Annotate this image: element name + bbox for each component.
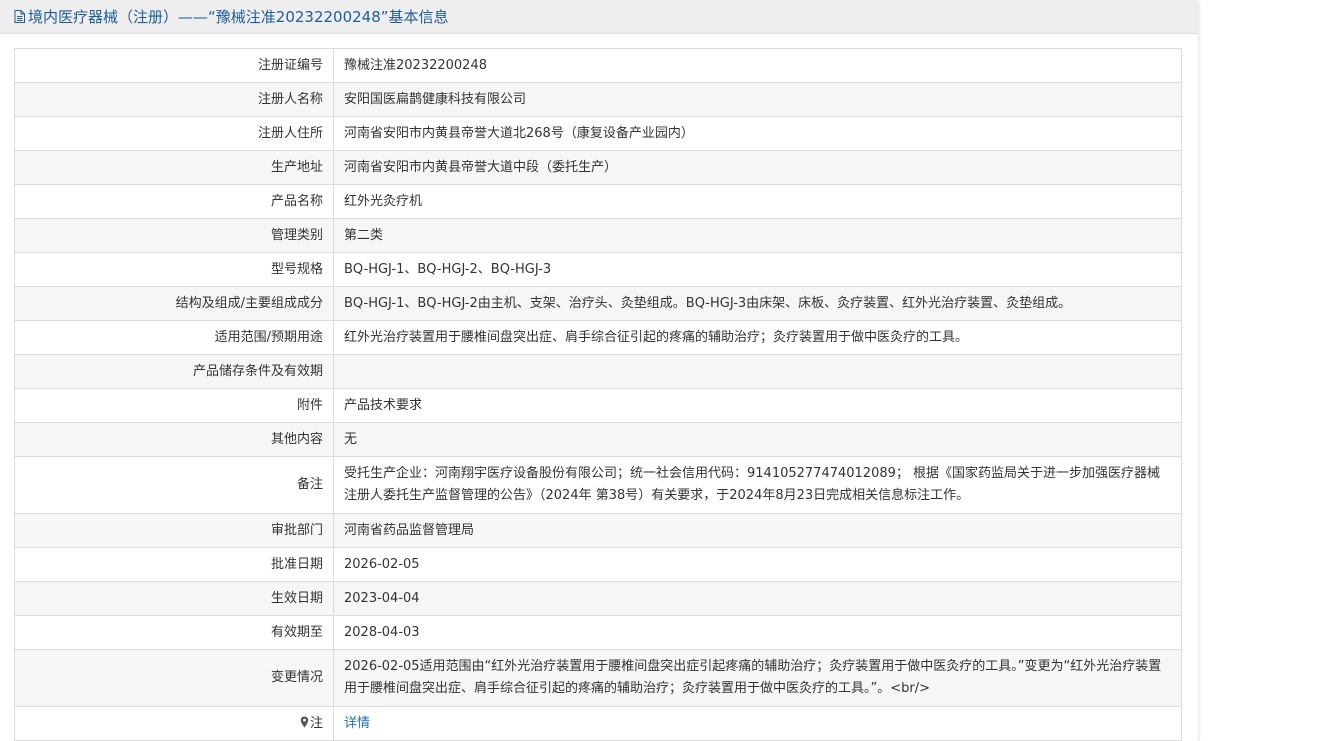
row-label: 备注	[14, 456, 334, 514]
table-row: 生产地址 河南省安阳市内黄县帝誉大道中段（委托生产）	[14, 150, 1182, 185]
table-row: 备注 受托生产企业：河南翔宇医疗设备股份有限公司；统一社会信用代码：914105…	[14, 456, 1182, 514]
row-label: 产品名称	[14, 184, 334, 219]
row-value: BQ-HGJ-1、BQ-HGJ-2、BQ-HGJ-3	[333, 252, 1182, 287]
table-row: 产品储存条件及有效期	[14, 354, 1182, 389]
note-label-cell: 注	[14, 706, 334, 741]
row-label: 变更情况	[14, 649, 334, 707]
table-row: 生效日期 2023-04-04	[14, 581, 1182, 616]
row-label: 生效日期	[14, 581, 334, 616]
map-pin-icon	[300, 716, 309, 727]
table-row: 结构及组成/主要组成成分 BQ-HGJ-1、BQ-HGJ-2由主机、支架、治疗头…	[14, 286, 1182, 321]
registration-info-table: 注册证编号 豫械注准20232200248 注册人名称 安阳国医扁鹊健康科技有限…	[14, 48, 1182, 741]
page-title: 境内医疗器械（注册）——“豫械注准20232200248”基本信息	[28, 8, 449, 26]
row-label: 附件	[14, 388, 334, 423]
row-label: 注册证编号	[14, 48, 334, 83]
table-row: 管理类别 第二类	[14, 218, 1182, 253]
table-row: 其他内容 无	[14, 422, 1182, 457]
row-label: 产品储存条件及有效期	[14, 354, 334, 389]
row-label: 管理类别	[14, 218, 334, 253]
table-row: 批准日期 2026-02-05	[14, 547, 1182, 582]
table-row: 产品名称 红外光灸疗机	[14, 184, 1182, 219]
row-value: 安阳国医扁鹊健康科技有限公司	[333, 82, 1182, 117]
row-value: 2026-02-05适用范围由“红外光治疗装置用于腰椎间盘突出症引起疼痛的辅助治…	[333, 649, 1182, 707]
row-label: 批准日期	[14, 547, 334, 582]
detail-link[interactable]: 详情	[344, 716, 370, 731]
table-row: 注册证编号 豫械注准20232200248	[14, 48, 1182, 83]
note-label: 注	[309, 715, 323, 731]
row-label: 注册人住所	[14, 116, 334, 151]
table-row: 附件 产品技术要求	[14, 388, 1182, 423]
row-value: 受托生产企业：河南翔宇医疗设备股份有限公司；统一社会信用代码：914105277…	[333, 456, 1182, 514]
row-value: 红外光灸疗机	[333, 184, 1182, 219]
row-value: 第二类	[333, 218, 1182, 253]
note-value-cell: 详情	[333, 706, 1182, 741]
row-value: BQ-HGJ-1、BQ-HGJ-2由主机、支架、治疗头、灸垫组成。BQ-HGJ-…	[333, 286, 1182, 321]
row-label: 结构及组成/主要组成成分	[14, 286, 334, 321]
row-value: 2026-02-05	[333, 547, 1182, 582]
row-label: 型号规格	[14, 252, 334, 287]
table-row: 适用范围/预期用途 红外光治疗装置用于腰椎间盘突出症、肩手综合征引起的疼痛的辅助…	[14, 320, 1182, 355]
row-label: 有效期至	[14, 615, 334, 650]
page-header: 境内医疗器械（注册）——“豫械注准20232200248”基本信息	[0, 0, 1198, 34]
row-label: 审批部门	[14, 513, 334, 548]
row-label: 其他内容	[14, 422, 334, 457]
detail-page: 境内医疗器械（注册）——“豫械注准20232200248”基本信息 注册证编号 …	[0, 0, 1198, 741]
row-label: 注册人名称	[14, 82, 334, 117]
table-row: 审批部门 河南省药品监督管理局	[14, 513, 1182, 548]
table-row: 有效期至 2028-04-03	[14, 615, 1182, 650]
table-row: 型号规格 BQ-HGJ-1、BQ-HGJ-2、BQ-HGJ-3	[14, 252, 1182, 287]
table-row: 注册人住所 河南省安阳市内黄县帝誉大道北268号（康复设备产业园内）	[14, 116, 1182, 151]
row-label: 生产地址	[14, 150, 334, 185]
row-label: 适用范围/预期用途	[14, 320, 334, 355]
row-value: 红外光治疗装置用于腰椎间盘突出症、肩手综合征引起的疼痛的辅助治疗；灸疗装置用于做…	[333, 320, 1182, 355]
document-icon	[14, 10, 25, 23]
row-value: 2028-04-03	[333, 615, 1182, 650]
row-value: 河南省药品监督管理局	[333, 513, 1182, 548]
row-value: 河南省安阳市内黄县帝誉大道中段（委托生产）	[333, 150, 1182, 185]
table-row: 注册人名称 安阳国医扁鹊健康科技有限公司	[14, 82, 1182, 117]
row-value: 豫械注准20232200248	[333, 48, 1182, 83]
table-row: 变更情况 2026-02-05适用范围由“红外光治疗装置用于腰椎间盘突出症引起疼…	[14, 649, 1182, 707]
note-row: 注 详情	[14, 706, 1182, 741]
row-value	[333, 354, 1182, 389]
row-value: 产品技术要求	[333, 388, 1182, 423]
row-value: 无	[333, 422, 1182, 457]
row-value: 河南省安阳市内黄县帝誉大道北268号（康复设备产业园内）	[333, 116, 1182, 151]
row-value: 2023-04-04	[333, 581, 1182, 616]
